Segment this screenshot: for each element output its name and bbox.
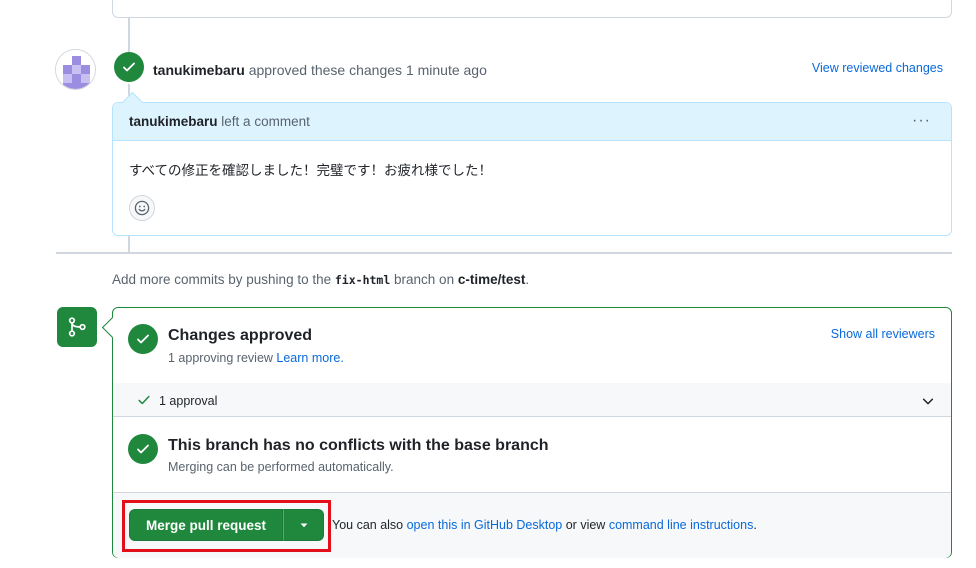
approvals-toggle[interactable]: 1 approval [113,383,951,417]
push-hint: Add more commits by pushing to the fix-h… [112,272,529,287]
add-reaction-button[interactable] [129,195,155,221]
hint-middle: branch on [394,272,455,287]
smiley-icon [134,200,150,216]
comment-author-line: tanukimebaru left a comment [129,114,310,129]
no-conflicts-title: This branch has no conflicts with the ba… [168,437,549,454]
no-conflicts-subtitle: Merging can be performed automatically. [168,460,394,474]
timeline-line [128,236,130,252]
merge-pull-request-button[interactable]: Merge pull request [129,509,283,541]
changes-approved-icon [128,324,158,354]
chevron-down-icon[interactable] [921,394,935,408]
check-icon [123,62,135,72]
previous-comment-box [112,0,952,18]
hint-suffix: . [525,272,530,287]
kebab-menu-icon[interactable]: ··· [912,113,931,129]
also-suffix: . [753,518,757,532]
avatar[interactable] [55,49,96,90]
approved-badge [114,52,144,82]
alternative-merge-text: You can also open this in GitHub Desktop… [332,518,757,532]
also-prefix: You can also [332,518,404,532]
comment-body: すべての修正を確認しました！完璧です！お疲れ様でした！ [129,163,493,179]
or-view-text: or view [565,518,606,532]
review-comment: tanukimebaru left a comment ··· すべての修正を確… [112,102,952,236]
check-icon [137,334,149,344]
comment-action-text: left a comment [221,114,310,129]
changes-approved-title: Changes approved [168,327,313,344]
changes-approved-subtitle: 1 approving review Learn more. [168,351,344,365]
view-reviewed-changes-link[interactable]: View reviewed changes [812,60,943,76]
learn-more-link[interactable]: Learn more. [276,351,343,365]
comment-author-link[interactable]: tanukimebaru [129,114,218,129]
check-icon [138,395,150,405]
open-github-desktop-link[interactable]: open this in GitHub Desktop [407,518,563,532]
review-author-link[interactable]: tanukimebaru [153,62,245,78]
hint-prefix: Add more commits by pushing to the [112,272,332,287]
approval-count: 1 approval [159,394,218,408]
identicon-avatar-icon [56,50,95,89]
triangle-down-icon [300,523,307,528]
review-event-line: tanukimebaru approved these changes 1 mi… [153,60,487,80]
review-action-text: approved these changes [248,62,403,78]
merge-method-dropdown[interactable] [283,509,324,541]
show-all-reviewers-link[interactable]: Show all reviewers [831,327,935,341]
command-line-instructions-link[interactable]: command line instructions [609,518,754,532]
repo-name[interactable]: c-time/test [458,272,526,287]
no-conflicts-icon [128,434,158,464]
comment-header: tanukimebaru left a comment ··· [113,103,951,141]
git-merge-icon [68,317,86,337]
check-icon [137,444,149,454]
merge-status-icon [57,307,97,347]
review-time[interactable]: 1 minute ago [406,62,487,78]
approving-review-count: 1 approving review [168,351,273,365]
timeline-divider [56,252,952,254]
branch-name[interactable]: fix-html [335,273,390,287]
timeline-line [128,18,130,54]
